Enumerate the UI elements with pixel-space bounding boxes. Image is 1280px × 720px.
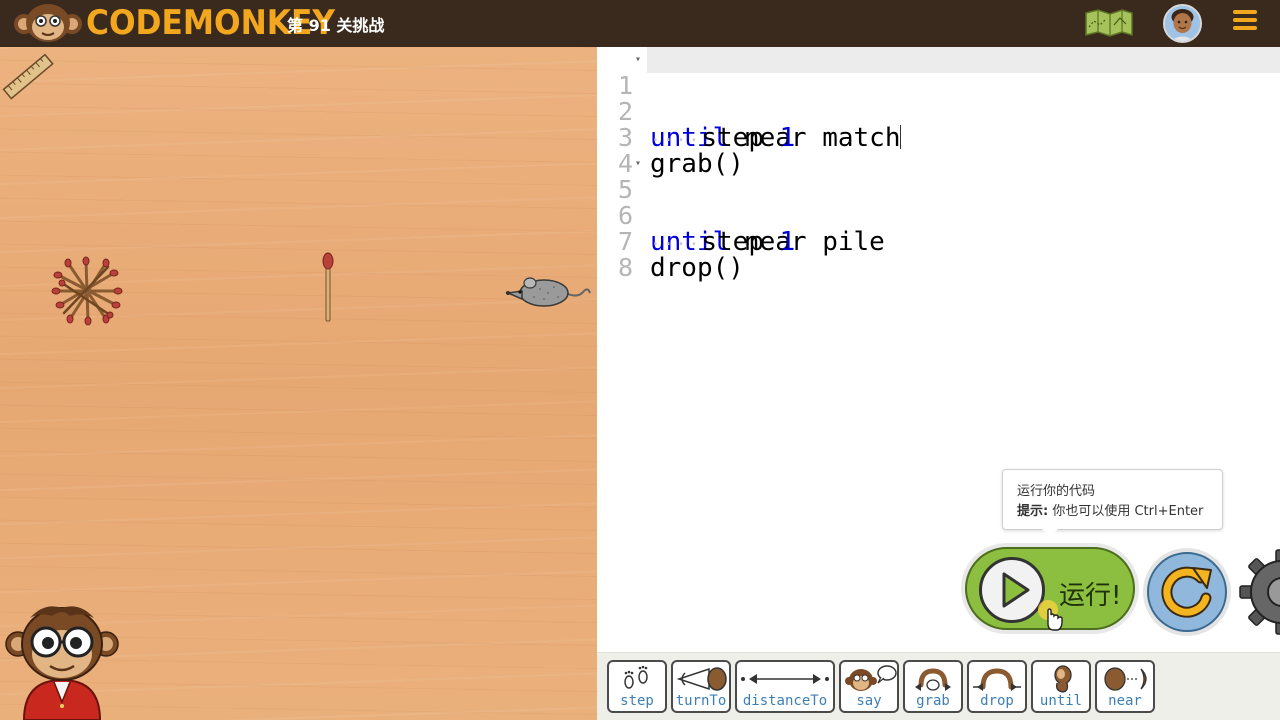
reset-button[interactable] — [1143, 548, 1231, 636]
menu-bar — [1233, 18, 1257, 22]
avatar-button[interactable] — [1163, 4, 1202, 43]
menu-bar — [1233, 10, 1257, 14]
line-code: drop() — [650, 253, 744, 283]
code-line[interactable]: 7 drop() — [597, 203, 1280, 282]
drop-hand-icon — [973, 668, 1021, 691]
codemonkey-logo[interactable]: codemonkey — [10, 2, 335, 44]
tooltip-title: 运行你的代码 — [1017, 484, 1096, 499]
fold-arrow-icon[interactable]: ▾ — [635, 47, 645, 73]
code-line[interactable]: 5 ▾ until near pile — [597, 151, 1280, 255]
tool-label: turnTo — [675, 693, 727, 709]
hamburger-menu-button[interactable] — [1233, 10, 1257, 34]
avatar-icon — [1165, 6, 1200, 41]
rat — [505, 277, 591, 307]
tool-label: say — [856, 693, 882, 709]
turn-to-icon — [676, 667, 727, 691]
match-pile — [51, 256, 123, 326]
code-line[interactable]: 6 ····step 1 — [597, 177, 1280, 256]
tool-label: grab — [916, 693, 950, 709]
tool-label: distanceTo — [742, 693, 828, 709]
code-line[interactable]: 2 ····step 1 — [597, 73, 1280, 152]
hand-pointer-icon — [1038, 600, 1063, 631]
run-tooltip: 运行你的代码 提示: 你也可以使用 Ctrl+Enter — [1002, 469, 1223, 530]
map-button[interactable] — [1084, 9, 1134, 37]
tool-until[interactable]: until — [1031, 660, 1091, 713]
tool-distanceto[interactable]: distanceTo — [735, 660, 835, 713]
monkey-face-icon — [14, 4, 82, 42]
menu-bar — [1233, 26, 1257, 30]
near-icon — [1104, 667, 1147, 691]
tool-grab[interactable]: grab — [903, 660, 963, 713]
monkey-character — [5, 606, 119, 720]
grab-hand-icon — [915, 668, 951, 691]
command-toolbar: step turnTo distanceTo say grab drop unt… — [597, 652, 1280, 720]
tool-say[interactable]: say — [839, 660, 899, 713]
reset-icon — [1161, 566, 1212, 618]
tooltip-arrow — [1042, 529, 1058, 537]
top-bar: codemonkey 第 91 关挑战 — [0, 0, 1280, 47]
tool-label: step — [620, 693, 654, 709]
match — [322, 252, 334, 322]
tooltip-hint-text: 你也可以使用 Ctrl+Enter — [1048, 504, 1204, 519]
fold-arrow-icon[interactable]: ▾ — [635, 151, 645, 177]
line-number: 8 — [617, 253, 633, 282]
code-line[interactable]: 1 ▾ until near match — [597, 47, 1280, 151]
code-line[interactable]: 4 — [597, 125, 1280, 177]
ruler-icon[interactable] — [2, 53, 54, 103]
tool-step[interactable]: step — [607, 660, 667, 713]
distance-arrow-icon — [741, 674, 829, 684]
tool-drop[interactable]: drop — [967, 660, 1027, 713]
footprints-icon — [624, 665, 648, 689]
run-label: 运行! — [1059, 581, 1122, 611]
tool-near[interactable]: near — [1095, 660, 1155, 713]
code-line[interactable]: 8 — [597, 229, 1280, 281]
tool-turnto[interactable]: turnTo — [671, 660, 731, 713]
map-icon — [1085, 9, 1133, 37]
tooltip-hint: 提示: 你也可以使用 Ctrl+Enter — [1017, 502, 1208, 522]
gear-icon — [1239, 549, 1280, 635]
level-title: 第 91 关挑战 — [287, 16, 385, 35]
code-line[interactable]: 3 grab() — [597, 99, 1280, 178]
speech-bubble-icon — [845, 665, 897, 691]
tool-label: drop — [980, 693, 1014, 709]
tool-label: until — [1039, 693, 1083, 709]
game-board — [0, 47, 597, 720]
reset-button-body — [1147, 552, 1227, 632]
tool-label: near — [1108, 693, 1142, 709]
until-icon — [1054, 665, 1072, 693]
tooltip-hint-label: 提示: — [1017, 504, 1049, 519]
speed-settings-button[interactable] — [1238, 548, 1280, 636]
